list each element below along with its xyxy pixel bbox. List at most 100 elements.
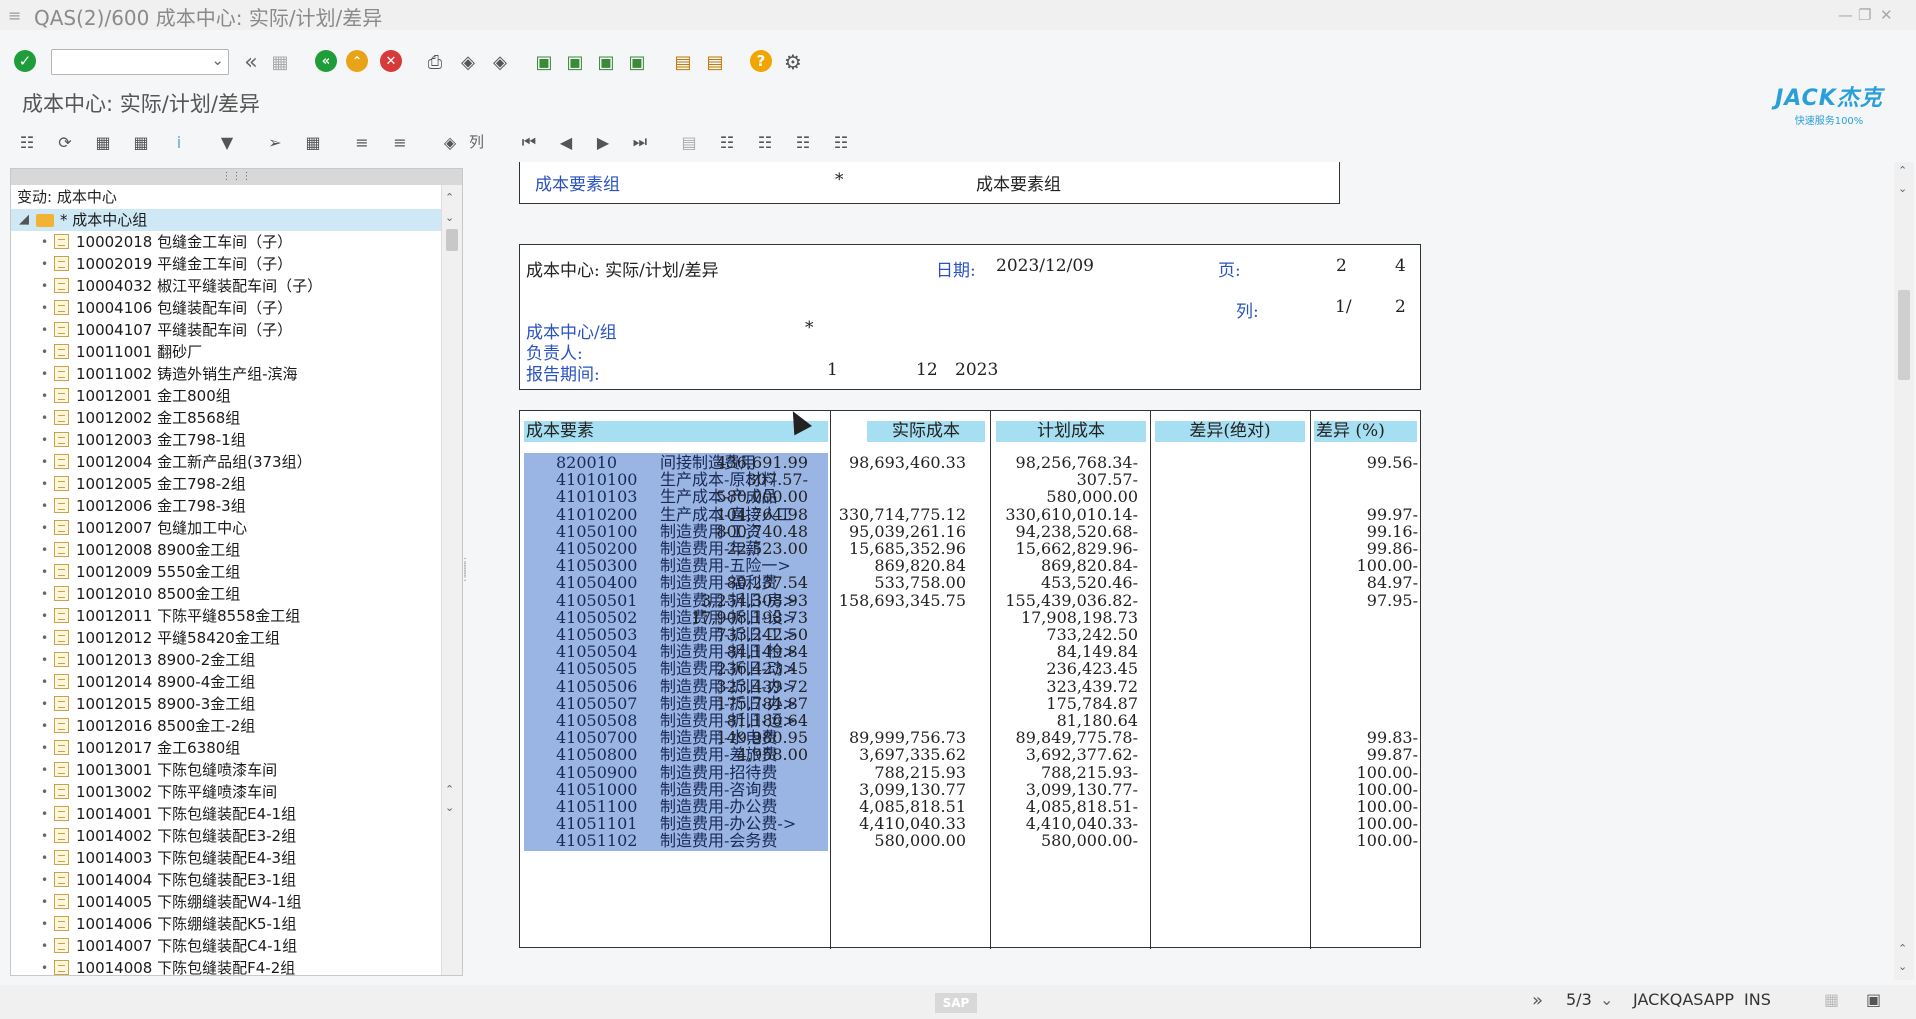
back-icon[interactable]: « xyxy=(315,50,337,72)
scroll-thumb[interactable] xyxy=(446,229,458,251)
column-header-actual[interactable]: 实际成本 xyxy=(867,421,985,442)
refresh-icon[interactable]: ⟳ xyxy=(52,129,78,155)
scroll-up-icon[interactable]: ⌃ xyxy=(1898,164,1907,177)
scroll-up-icon[interactable]: ⌃ xyxy=(1898,942,1907,955)
first-column-icon[interactable]: ⏮ xyxy=(516,129,542,155)
minimize-icon[interactable]: — xyxy=(1838,6,1853,24)
tree-item[interactable]: • 10014007 下陈包缝装配C4-1组 xyxy=(11,935,443,957)
tree-item[interactable]: • 10012005 金工798-2组 xyxy=(11,473,443,495)
tree-item[interactable]: • 10014004 下陈包缝装配E3-1组 xyxy=(11,869,443,891)
tree-item[interactable]: • 10002018 包缝金工车间（子） xyxy=(11,231,443,253)
tree-item[interactable]: • 10012017 金工6380组 xyxy=(11,737,443,759)
last-column-icon[interactable]: ⏭ xyxy=(627,129,653,155)
tree-node-icon[interactable]: ☷ xyxy=(828,129,854,155)
layout-icon[interactable]: ▦ xyxy=(90,129,116,155)
column-header-plan[interactable]: 计划成本 xyxy=(996,421,1146,442)
tree-item[interactable]: • 10012013 8900-2金工组 xyxy=(11,649,443,671)
session-nav[interactable]: 5/3 xyxy=(1566,990,1592,1009)
tree-item[interactable]: • 10012010 8500金工组 xyxy=(11,583,443,605)
table-row[interactable]: 41051102 制造费用-会务费 580,000.00 580,000.00- 100… xyxy=(520,831,1420,852)
cost-element-cell[interactable]: 41051102 制造费用-会务费 xyxy=(524,831,828,852)
tree-item[interactable]: • 10014008 下陈包缝装配F4-2组 xyxy=(11,957,443,975)
grid-icon[interactable]: ▦ xyxy=(128,129,154,155)
info-icon[interactable]: i xyxy=(166,129,192,155)
app-menu-icon[interactable]: ≡ xyxy=(8,6,21,25)
prev-column-icon[interactable]: ◀ xyxy=(553,129,579,155)
tree-collapse-icon[interactable]: ☷ xyxy=(752,129,778,155)
scroll-up-icon[interactable]: ⌃ xyxy=(445,783,454,796)
save-icon[interactable]: ▦ xyxy=(267,49,293,75)
scroll-down-icon[interactable]: ⌄ xyxy=(1898,960,1907,973)
scroll-thumb[interactable] xyxy=(1898,290,1910,380)
chevron-down-icon[interactable]: ⌄ xyxy=(1600,990,1613,1009)
tree-item[interactable]: • 10012006 金工798-3组 xyxy=(11,495,443,517)
tree-item[interactable]: • 10011001 翻砂厂 xyxy=(11,341,443,363)
tree-structure-icon[interactable]: ☷ xyxy=(790,129,816,155)
exit-icon[interactable]: ⌃ xyxy=(346,50,368,72)
align-icon[interactable]: ≡ xyxy=(349,129,375,155)
lock-icon[interactable]: ▣ xyxy=(1866,990,1881,1009)
tree-item[interactable]: • 10002019 平缝金工车间（子） xyxy=(11,253,443,275)
binoculars-icon[interactable]: ◈ xyxy=(437,129,463,155)
scroll-down-icon[interactable]: ⌄ xyxy=(445,211,454,224)
tree-item[interactable]: • 10011002 铸造外销生产组-滨海 xyxy=(11,363,443,385)
tree-item[interactable]: • 10014003 下陈包缝装配E4-3组 xyxy=(11,847,443,869)
filter-icon[interactable]: ▼ xyxy=(214,129,240,155)
enter-check-icon[interactable]: ✓ xyxy=(14,50,36,72)
hierarchy-icon[interactable]: ☷ xyxy=(14,129,40,155)
last-page-icon[interactable]: ▣ xyxy=(624,49,650,75)
scroll-down-icon[interactable]: ⌄ xyxy=(1898,182,1907,195)
tree-item[interactable]: • 10012004 金工新产品组(373组） xyxy=(11,451,443,473)
tree-item[interactable]: • 10012007 包缝加工中心 xyxy=(11,517,443,539)
input-mode[interactable]: INS xyxy=(1744,990,1771,1009)
command-field[interactable]: ⌄ xyxy=(51,49,229,75)
shortcut-icon[interactable]: ▤ xyxy=(702,49,728,75)
maximize-icon[interactable]: ❐ xyxy=(1858,6,1871,24)
tree-item[interactable]: • 10004107 平缝装配车间（子） xyxy=(11,319,443,341)
cancel-icon[interactable]: ✕ xyxy=(380,50,402,72)
tree-expand-icon[interactable]: ☷ xyxy=(714,129,740,155)
tree-scrollbar[interactable]: ⌃ ⌄ ⌃ ⌄ xyxy=(441,185,462,975)
tree-item[interactable]: • 10014001 下陈包缝装配E4-1组 xyxy=(11,803,443,825)
help-icon[interactable]: ? xyxy=(750,50,772,72)
scroll-down-icon[interactable]: ⌄ xyxy=(445,801,454,814)
tree-item[interactable]: • 10013002 下陈平缝喷漆车间 xyxy=(11,781,443,803)
previous-page-icon[interactable]: ▣ xyxy=(562,49,588,75)
tree-item[interactable]: • 10012012 平缝58420金工组 xyxy=(11,627,443,649)
calculator-icon[interactable]: ▦ xyxy=(300,129,326,155)
find-next-icon[interactable]: ◈ xyxy=(487,49,513,75)
tree-item[interactable]: • 10013001 下陈包缝喷漆车间 xyxy=(11,759,443,781)
create-session-icon[interactable]: ▤ xyxy=(670,49,696,75)
clipboard-icon[interactable]: ▤ xyxy=(676,129,702,155)
tree-item[interactable]: • 10012009 5550金工组 xyxy=(11,561,443,583)
scroll-up-icon[interactable]: ⌃ xyxy=(445,191,454,204)
tree-root-node[interactable]: ◢ * 成本中心组 xyxy=(11,209,441,231)
select-icon[interactable]: ➢ xyxy=(262,129,288,155)
tree-item[interactable]: • 10004106 包缝装配车间（子） xyxy=(11,297,443,319)
panel-resize-grip[interactable]: ⋮⋮⋮ xyxy=(11,169,462,185)
tree-item[interactable]: • 10012003 金工798-1组 xyxy=(11,429,443,451)
close-window-icon[interactable]: ✕ xyxy=(1880,6,1893,24)
column-header-variance-abs[interactable]: 差异(绝对) xyxy=(1155,421,1305,442)
settings-gear-icon[interactable]: ⚙ xyxy=(780,49,806,75)
expand-arrow-icon[interactable]: ◢ xyxy=(19,209,29,231)
pane-splitter[interactable]: ⋮ ⋮ ⋮ ⋮ xyxy=(460,558,470,602)
print-icon[interactable]: ⎙ xyxy=(422,49,448,75)
status-expand-icon[interactable]: » xyxy=(1532,990,1543,1011)
tree-item[interactable]: • 10012011 下陈平缝8558金工组 xyxy=(11,605,443,627)
column-header-cost-element[interactable]: 成本要素 xyxy=(524,421,828,442)
column-header-variance-pct[interactable]: 差异 (%) xyxy=(1314,421,1417,442)
tree-item[interactable]: • 10012014 8900-4金工组 xyxy=(11,671,443,693)
report-scrollbar[interactable]: ⌃ ⌄ ⌃ ⌄ xyxy=(1894,162,1914,980)
find-icon[interactable]: ◈ xyxy=(455,49,481,75)
back-double-icon[interactable]: « xyxy=(238,49,264,75)
tree-item[interactable]: • 10012002 金工8568组 xyxy=(11,407,443,429)
first-page-icon[interactable]: ▣ xyxy=(531,49,557,75)
next-column-icon[interactable]: ▶ xyxy=(590,129,616,155)
tree-item[interactable]: • 10014005 下陈绷缝装配W4-1组 xyxy=(11,891,443,913)
tree-item[interactable]: • 10012001 金工800组 xyxy=(11,385,443,407)
next-page-icon[interactable]: ▣ xyxy=(593,49,619,75)
tree-item[interactable]: • 10014002 下陈包缝装配E3-2组 xyxy=(11,825,443,847)
tree-item[interactable]: • 10012015 8900-3金工组 xyxy=(11,693,443,715)
tree-item[interactable]: • 10012008 8900金工组 xyxy=(11,539,443,561)
